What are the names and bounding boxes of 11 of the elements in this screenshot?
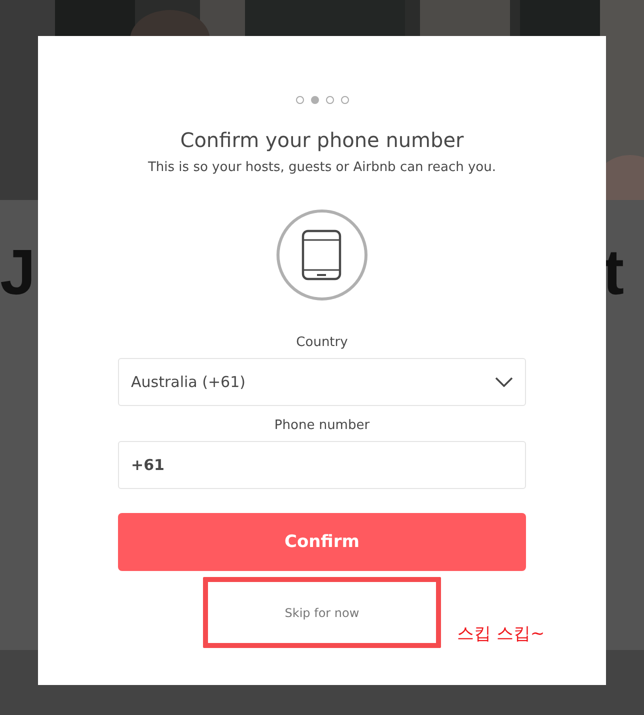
phone-number-field[interactable]: +61	[118, 441, 526, 489]
annotation-note: 스킵 스킵~	[457, 623, 545, 645]
field-label: Phone number	[274, 418, 370, 433]
phone-icon	[276, 209, 368, 301]
dialog-subtitle: This is so your hosts, guests or Airbnb can reach you.	[146, 160, 497, 175]
background-heading: J	[0, 240, 36, 304]
field-label: Country	[296, 335, 348, 350]
dialog-title: Confirm your phone number	[179, 128, 465, 152]
background-heading: t	[602, 240, 624, 304]
country-select[interactable]: Australia (+61)	[118, 358, 526, 406]
chevron-down-icon	[495, 377, 513, 387]
